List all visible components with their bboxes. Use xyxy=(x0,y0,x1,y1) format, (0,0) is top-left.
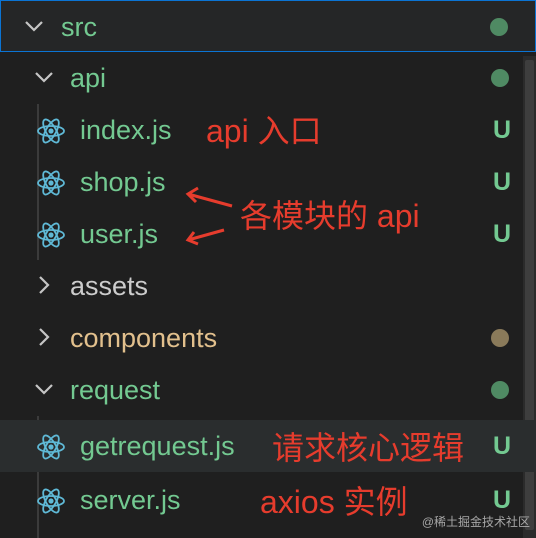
react-icon xyxy=(37,220,65,250)
annotation-request-core: 请求核心逻辑 xyxy=(272,430,465,466)
annotation-api-entry: api 入口 xyxy=(206,113,322,149)
tree-item-api[interactable]: api xyxy=(0,52,536,104)
annotation-axios-instance: axios 实例 xyxy=(260,484,408,520)
file-label: shop.js xyxy=(80,167,166,197)
modified-dot xyxy=(491,329,509,347)
modified-dot xyxy=(491,69,509,87)
arrow-icon xyxy=(185,186,233,246)
chevron-right-icon[interactable] xyxy=(33,274,55,296)
folder-label: api xyxy=(70,63,107,93)
chevron-right-icon[interactable] xyxy=(33,326,55,348)
folder-label: components xyxy=(70,323,218,353)
untracked-status: U xyxy=(492,432,511,460)
modified-dot xyxy=(491,381,509,399)
watermark: @稀土掘金技术社区 xyxy=(421,515,530,529)
folder-label: request xyxy=(70,375,161,405)
chevron-down-icon[interactable] xyxy=(33,378,55,400)
modified-dot xyxy=(490,18,508,36)
chevron-down-icon[interactable] xyxy=(23,15,45,37)
file-label: server.js xyxy=(80,485,181,515)
react-icon xyxy=(37,168,65,198)
tree-item-request[interactable]: request xyxy=(0,364,536,416)
annotation-modules-api: 各模块的 api xyxy=(240,198,420,234)
file-label: index.js xyxy=(80,115,172,145)
untracked-status: U xyxy=(492,168,511,196)
react-icon xyxy=(37,116,65,146)
folder-label: src xyxy=(61,12,97,42)
file-label: user.js xyxy=(80,219,159,249)
react-icon xyxy=(37,486,65,516)
tree-item-components[interactable]: components xyxy=(0,312,536,364)
folder-label: assets xyxy=(70,271,149,301)
react-icon xyxy=(37,432,65,462)
tree-item-assets[interactable]: assets xyxy=(0,260,536,312)
untracked-status: U xyxy=(492,220,511,248)
chevron-down-icon[interactable] xyxy=(33,66,55,88)
tree-item-src[interactable]: src xyxy=(0,0,536,52)
untracked-status: U xyxy=(492,116,511,144)
file-label: getrequest.js xyxy=(80,431,235,461)
